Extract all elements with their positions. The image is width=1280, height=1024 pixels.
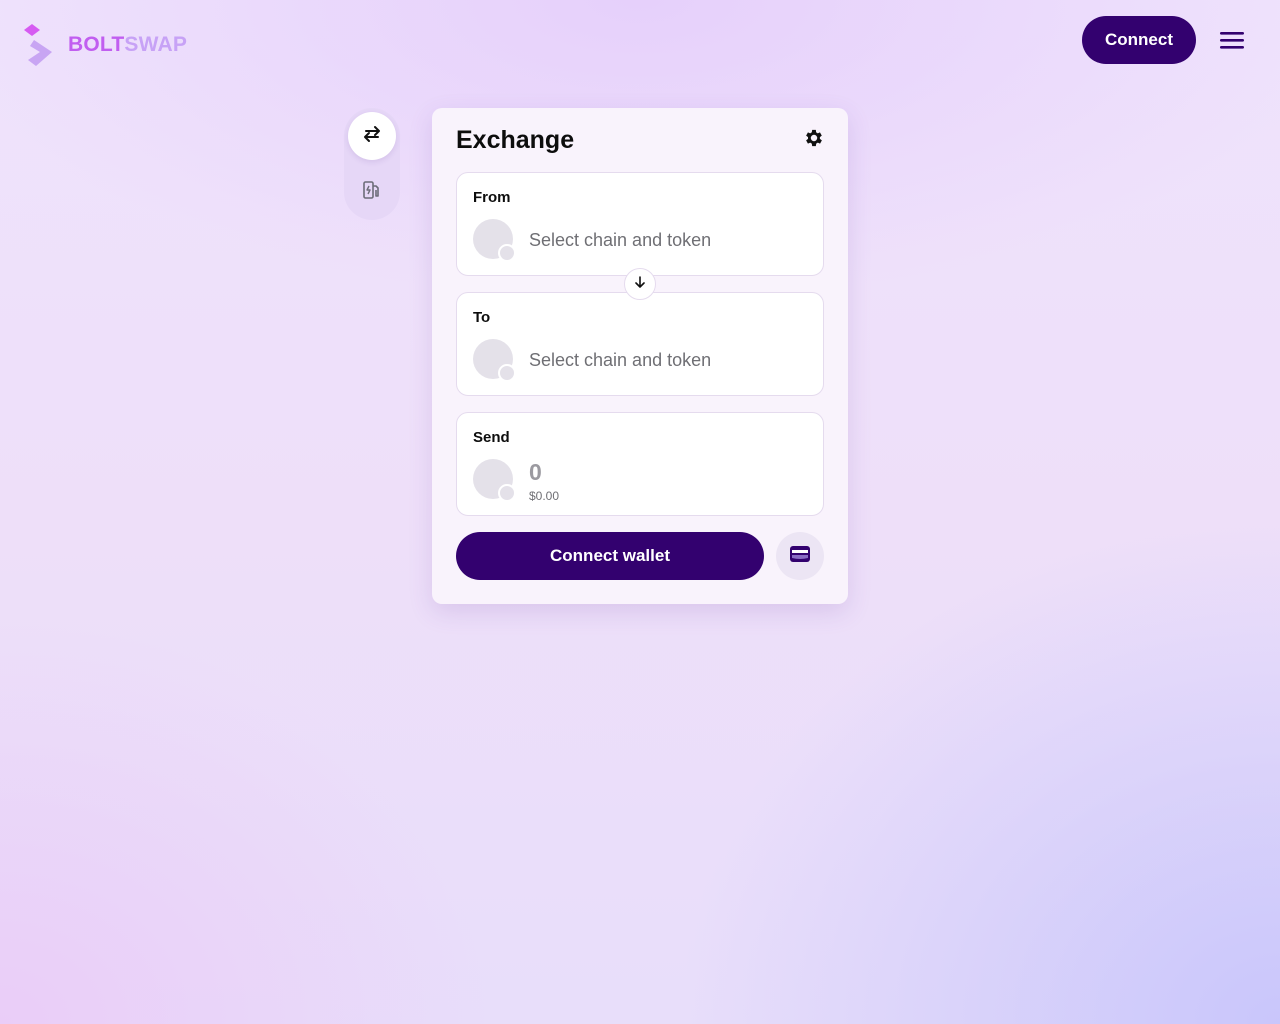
connect-wallet-button[interactable]: Connect wallet [456,532,764,580]
to-placeholder: Select chain and token [529,350,712,370]
from-token-selector[interactable]: From Select chain and token [456,172,824,276]
send-usd-value: $0.00 [529,489,560,503]
mode-rail [344,108,400,220]
to-token-selector[interactable]: To Select chain and token [456,292,824,396]
to-label: To [473,309,491,326]
hamburger-menu-icon [1214,32,1250,57]
settings-button[interactable] [802,128,826,152]
gas-pump-icon [362,180,382,205]
send-token-placeholder-icon [473,459,516,502]
wallet-icon [789,545,811,568]
send-amount-field[interactable]: Send 0 $0.00 [456,412,824,516]
send-label: Send [473,429,510,446]
send-amount[interactable]: 0 [529,459,542,486]
exchange-mode-button[interactable] [348,112,396,160]
from-token-placeholder-icon [473,219,516,262]
logo[interactable]: BOLTSWAP [22,22,187,68]
bolt-logo-icon [22,22,56,68]
exchange-card: Exchange From Select chain and token To … [432,108,848,604]
connect-button[interactable]: Connect [1082,16,1196,64]
menu-button[interactable] [1214,28,1250,54]
arrow-down-icon [633,275,647,294]
gas-mode-button[interactable] [348,168,396,216]
from-label: From [473,189,511,206]
from-placeholder: Select chain and token [529,230,712,250]
card-title: Exchange [456,126,575,154]
swap-arrows-icon [361,125,383,148]
brand-name: BOLTSWAP [68,33,188,56]
swap-direction-button[interactable] [624,268,656,300]
gear-icon [803,127,825,154]
wallet-button[interactable] [776,532,824,580]
to-token-placeholder-icon [473,339,516,382]
